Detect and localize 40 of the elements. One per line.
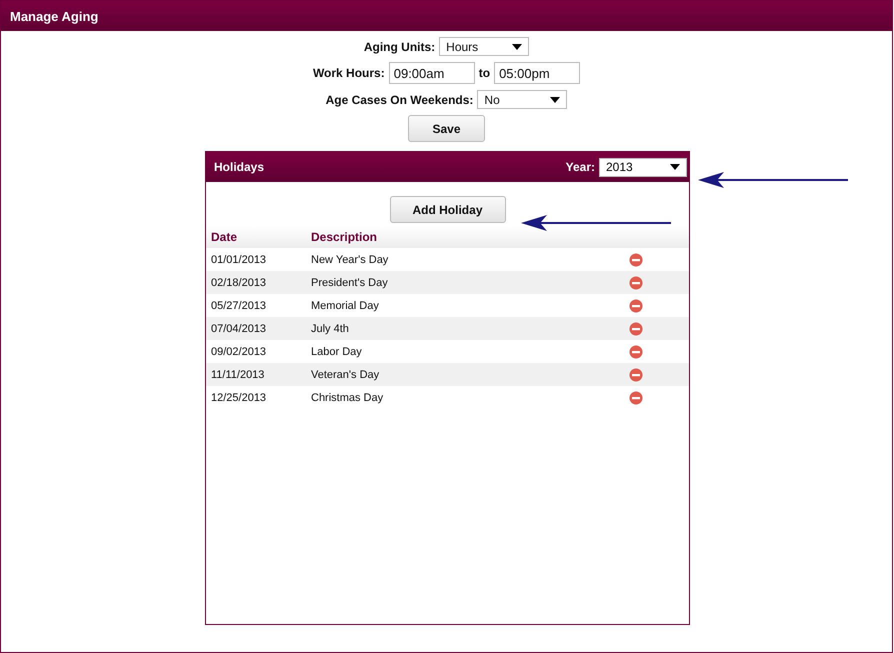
field-label: Age Cases On Weekends: <box>326 92 474 106</box>
remove-icon[interactable] <box>629 368 643 382</box>
dropdown-caret-icon <box>512 44 522 50</box>
date-cell-text: 01/01/2013 <box>211 254 268 266</box>
remove-icon[interactable] <box>629 276 643 290</box>
add-holiday-button[interactable]: Add Holiday <box>390 196 506 223</box>
description-cell-text: President's Day <box>311 276 389 288</box>
description-cell-text: New Year's Day <box>311 254 390 266</box>
field-label: Work Hours: <box>312 66 385 80</box>
description-cell-text: Labor Day <box>311 346 363 358</box>
end-time-field[interactable]: 05:00pm <box>494 62 580 84</box>
range-separator: to <box>478 66 490 80</box>
remove-icon[interactable] <box>629 390 643 404</box>
page-title: Manage Aging <box>1 1 892 31</box>
date-cell-text: 05/27/2013 <box>211 300 268 312</box>
remove-icon[interactable] <box>629 252 643 266</box>
field-label: Aging Units: <box>364 40 436 54</box>
date-cell-text: 07/04/2013 <box>211 322 268 334</box>
remove-icon[interactable] <box>629 344 643 358</box>
year-label: Year: <box>566 160 595 174</box>
weekends-dropdown[interactable]: No <box>477 90 568 109</box>
description-cell-text: July 4th <box>311 322 350 334</box>
dropdown-caret-icon <box>550 96 560 102</box>
remove-icon[interactable] <box>629 322 643 336</box>
start-time-field[interactable]: 09:00am <box>388 62 475 84</box>
panel-title: Holidays <box>214 160 264 174</box>
year-dropdown[interactable]: 2013 <box>599 158 687 176</box>
column-header: Date <box>211 230 238 244</box>
description-cell-text: Memorial Day <box>311 300 380 312</box>
save-button[interactable]: Save <box>408 115 485 142</box>
date-cell-text: 09/02/2013 <box>211 346 268 358</box>
description-cell-text: Veteran's Day <box>311 368 380 380</box>
aging-units-dropdown[interactable]: Hours <box>439 37 530 56</box>
date-cell-text: 11/11/2013 <box>211 368 266 380</box>
dropdown-caret-icon <box>670 164 680 170</box>
remove-icon[interactable] <box>629 298 643 312</box>
date-cell-text: 12/25/2013 <box>211 392 268 404</box>
description-cell-text: Christmas Day <box>311 392 384 404</box>
date-cell-text: 02/18/2013 <box>211 276 268 288</box>
column-header: Description <box>311 230 378 244</box>
